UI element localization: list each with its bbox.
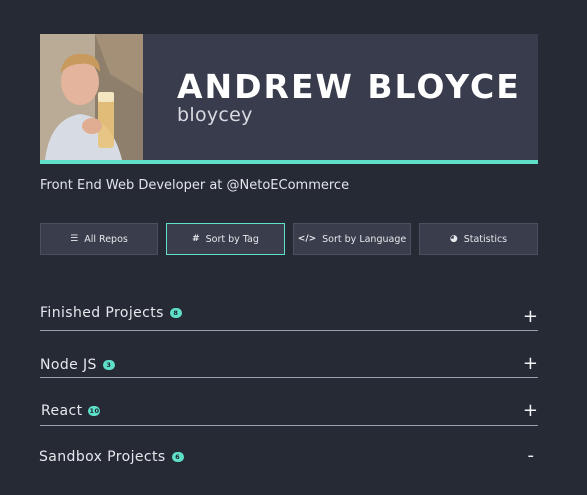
section-title: Finished Projects 8 [40,305,182,321]
list-icon: ☰ [70,233,79,244]
section-title-text: Sandbox Projects [39,449,166,465]
count-badge: 8 [169,308,182,318]
statistics-label: Statistics [463,233,508,245]
section-divider [40,425,538,426]
section-node-js[interactable]: Node JS 3 + [40,350,538,380]
section-react[interactable]: React 10 + [40,400,538,427]
accent-bar [40,160,538,164]
statistics-button[interactable]: ◕ Statistics [419,223,538,255]
collapse-toggle[interactable]: - [528,447,535,465]
profile-bio: Front End Web Developer at @NetoECommerc… [40,178,350,193]
section-title-text: Finished Projects [40,305,164,321]
profile-username: bloycey [177,104,253,126]
section-sandbox-projects[interactable]: Sandbox Projects 6 - [39,445,538,475]
sort-by-tag-button[interactable]: # Sort by Tag [166,223,285,255]
expand-toggle[interactable]: + [523,402,538,420]
section-divider [40,377,538,378]
count-badge: 10 [88,406,101,416]
name-block: ANDREW BLOYCE bloycey [177,67,521,127]
count-badge: 6 [171,452,184,462]
profile-name: ANDREW BLOYCE [177,67,521,106]
section-title: Sandbox Projects 6 [39,449,184,465]
section-finished-projects[interactable]: Finished Projects 8 + [40,300,538,332]
expand-toggle[interactable]: + [523,308,538,326]
section-title: Node JS 3 [40,357,115,373]
section-title: React 10 [41,403,101,419]
pie-chart-icon: ◕ [449,233,458,244]
avatar-photo [40,34,143,160]
all-repos-button[interactable]: ☰ All Repos [40,223,158,255]
sort-by-tag-label: Sort by Tag [205,233,259,245]
count-badge: 3 [102,360,115,370]
all-repos-label: All Repos [84,233,128,245]
expand-toggle[interactable]: + [523,355,538,373]
section-divider [40,330,538,331]
code-icon: </> [297,233,317,244]
sort-by-language-button[interactable]: </> Sort by Language [293,223,411,255]
sort-by-language-label: Sort by Language [322,233,407,245]
avatar [40,34,143,160]
section-title-text: Node JS [40,357,97,373]
section-title-text: React [41,403,83,419]
hashtag-icon: # [192,233,200,244]
profile-header: ANDREW BLOYCE bloycey [40,34,538,164]
